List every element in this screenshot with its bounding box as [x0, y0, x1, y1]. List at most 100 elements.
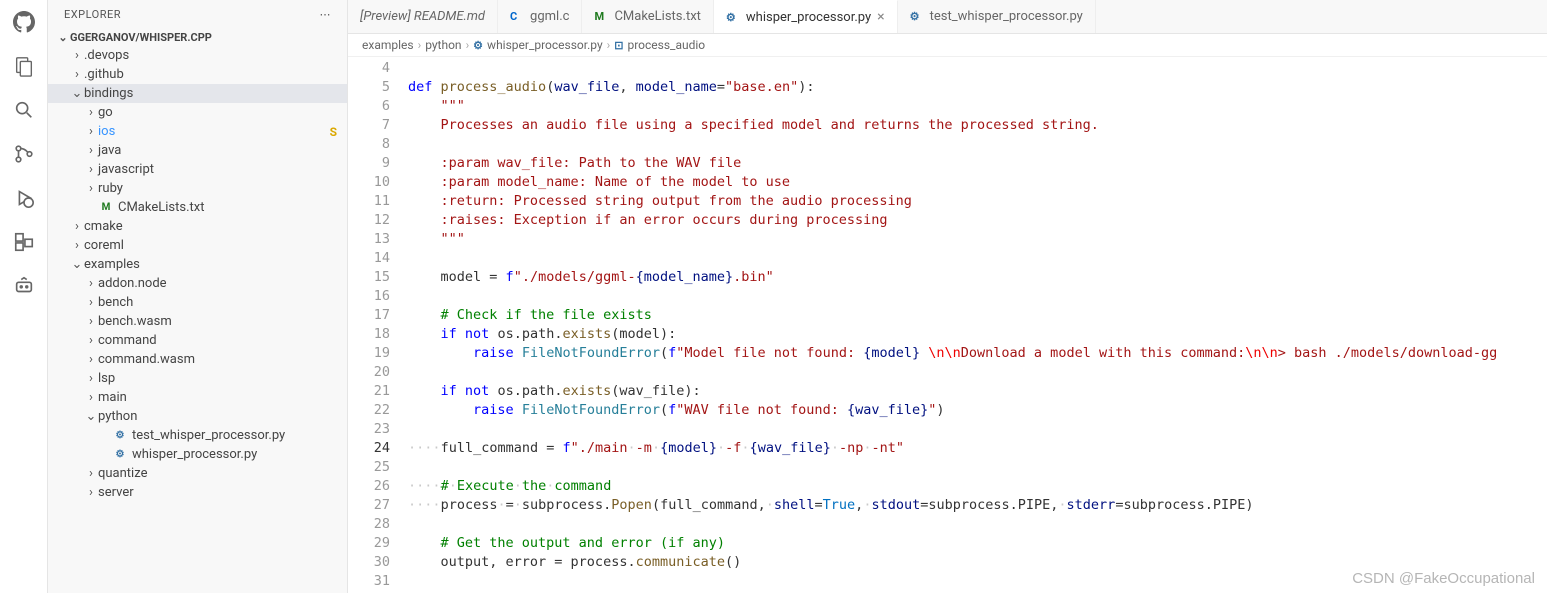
code-line[interactable]: ····full_command = f"./main·-m·{model}·-…: [408, 439, 1547, 458]
code-line[interactable]: [408, 135, 1547, 154]
line-number[interactable]: 29: [348, 534, 390, 553]
line-number[interactable]: 28: [348, 515, 390, 534]
line-number[interactable]: 14: [348, 249, 390, 268]
close-icon[interactable]: ×: [877, 9, 884, 25]
code-line[interactable]: # Get the output and error (if any): [408, 534, 1547, 553]
folder-item[interactable]: ⌄bindings: [48, 84, 347, 103]
code-line[interactable]: [408, 458, 1547, 477]
line-number[interactable]: 17: [348, 306, 390, 325]
line-number[interactable]: 15: [348, 268, 390, 287]
folder-item[interactable]: ›bench: [48, 293, 347, 312]
code-line[interactable]: [408, 363, 1547, 382]
code-line[interactable]: [408, 287, 1547, 306]
line-number[interactable]: 25: [348, 458, 390, 477]
tab[interactable]: ⚙test_whisper_processor.py: [898, 0, 1096, 33]
folder-item[interactable]: ›main: [48, 388, 347, 407]
code-line[interactable]: """: [408, 97, 1547, 116]
tab[interactable]: ⚙whisper_processor.py×: [714, 0, 898, 33]
line-number[interactable]: 24: [348, 439, 390, 458]
search-icon[interactable]: [12, 98, 36, 122]
line-number[interactable]: 31: [348, 572, 390, 591]
code-line[interactable]: model = f"./models/ggml-{model_name}.bin…: [408, 268, 1547, 287]
breadcrumb-segment[interactable]: process_audio: [627, 38, 705, 52]
code-line[interactable]: :param wav_file: Path to the WAV file: [408, 154, 1547, 173]
breadcrumb-segment[interactable]: whisper_processor.py: [487, 38, 603, 52]
folder-item[interactable]: ⌄examples: [48, 255, 347, 274]
folder-item[interactable]: ›.github: [48, 65, 347, 84]
code-line[interactable]: :return: Processed string output from th…: [408, 192, 1547, 211]
code-line[interactable]: ····#·Execute·the·command: [408, 477, 1547, 496]
line-number[interactable]: 26: [348, 477, 390, 496]
folder-item[interactable]: ›bench.wasm: [48, 312, 347, 331]
line-number[interactable]: 22: [348, 401, 390, 420]
line-number[interactable]: 13: [348, 230, 390, 249]
code-content[interactable]: def process_audio(wav_file, model_name="…: [408, 57, 1547, 593]
tab[interactable]: [Preview] README.md: [348, 0, 498, 33]
line-number[interactable]: 8: [348, 135, 390, 154]
folder-item[interactable]: ›go: [48, 103, 347, 122]
remote-icon[interactable]: [12, 274, 36, 298]
folder-item[interactable]: ›quantize: [48, 464, 347, 483]
line-number[interactable]: 18: [348, 325, 390, 344]
code-line[interactable]: [408, 515, 1547, 534]
line-number[interactable]: 20: [348, 363, 390, 382]
folder-item[interactable]: ›iosS: [48, 122, 347, 141]
line-number[interactable]: 30: [348, 553, 390, 572]
folder-item[interactable]: ›javascript: [48, 160, 347, 179]
folder-item[interactable]: ›lsp: [48, 369, 347, 388]
folder-item[interactable]: ›addon.node: [48, 274, 347, 293]
folder-item[interactable]: ›.devops: [48, 46, 347, 65]
line-number[interactable]: 11: [348, 192, 390, 211]
explorer-icon[interactable]: [12, 54, 36, 78]
code-line[interactable]: [408, 572, 1547, 591]
code-line[interactable]: ····process·=·subprocess.Popen(full_comm…: [408, 496, 1547, 515]
folder-item[interactable]: ›server: [48, 483, 347, 502]
line-number[interactable]: 27: [348, 496, 390, 515]
line-number[interactable]: 19: [348, 344, 390, 363]
code-line[interactable]: """: [408, 230, 1547, 249]
tab[interactable]: MCMakeLists.txt: [582, 0, 713, 33]
line-number[interactable]: 6: [348, 97, 390, 116]
code-line[interactable]: if not os.path.exists(model):: [408, 325, 1547, 344]
folder-item[interactable]: ›coreml: [48, 236, 347, 255]
line-number[interactable]: 12: [348, 211, 390, 230]
folder-item[interactable]: ›command.wasm: [48, 350, 347, 369]
folder-item[interactable]: ›command: [48, 331, 347, 350]
code-line[interactable]: [408, 420, 1547, 439]
breadcrumb[interactable]: examples›python›⚙whisper_processor.py›⊡p…: [348, 34, 1547, 57]
line-number[interactable]: 5: [348, 78, 390, 97]
code-editor[interactable]: 4567891011121314151617181920212223242526…: [348, 57, 1547, 593]
code-line[interactable]: :raises: Exception if an error occurs du…: [408, 211, 1547, 230]
breadcrumb-segment[interactable]: python: [425, 38, 461, 52]
line-number[interactable]: 21: [348, 382, 390, 401]
line-number[interactable]: 4: [348, 59, 390, 78]
folder-item[interactable]: ⌄python: [48, 407, 347, 426]
folder-item[interactable]: ›cmake: [48, 217, 347, 236]
code-line[interactable]: if not os.path.exists(wav_file):: [408, 382, 1547, 401]
extensions-icon[interactable]: [12, 230, 36, 254]
folder-item[interactable]: ›java: [48, 141, 347, 160]
file-item[interactable]: MCMakeLists.txt: [48, 198, 347, 217]
code-line[interactable]: [408, 249, 1547, 268]
tab[interactable]: Cggml.c: [498, 0, 582, 33]
line-number[interactable]: 23: [348, 420, 390, 439]
code-line[interactable]: raise FileNotFoundError(f"WAV file not f…: [408, 401, 1547, 420]
code-line[interactable]: def process_audio(wav_file, model_name="…: [408, 78, 1547, 97]
line-number[interactable]: 7: [348, 116, 390, 135]
github-icon[interactable]: [12, 10, 36, 34]
code-line[interactable]: :param model_name: Name of the model to …: [408, 173, 1547, 192]
sidebar-more-icon[interactable]: ⋯: [320, 8, 332, 21]
breadcrumb-segment[interactable]: examples: [362, 38, 414, 52]
code-line[interactable]: output, error = process.communicate(): [408, 553, 1547, 572]
repo-header[interactable]: ⌄ GGERGANOV/WHISPER.CPP: [48, 29, 347, 46]
line-number[interactable]: 9: [348, 154, 390, 173]
code-line[interactable]: [408, 59, 1547, 78]
line-number[interactable]: 10: [348, 173, 390, 192]
file-item[interactable]: ⚙whisper_processor.py: [48, 445, 347, 464]
code-line[interactable]: # Check if the file exists: [408, 306, 1547, 325]
code-line[interactable]: Processes an audio file using a specifie…: [408, 116, 1547, 135]
source-control-icon[interactable]: [12, 142, 36, 166]
code-line[interactable]: raise FileNotFoundError(f"Model file not…: [408, 344, 1547, 363]
file-item[interactable]: ⚙test_whisper_processor.py: [48, 426, 347, 445]
folder-item[interactable]: ›ruby: [48, 179, 347, 198]
